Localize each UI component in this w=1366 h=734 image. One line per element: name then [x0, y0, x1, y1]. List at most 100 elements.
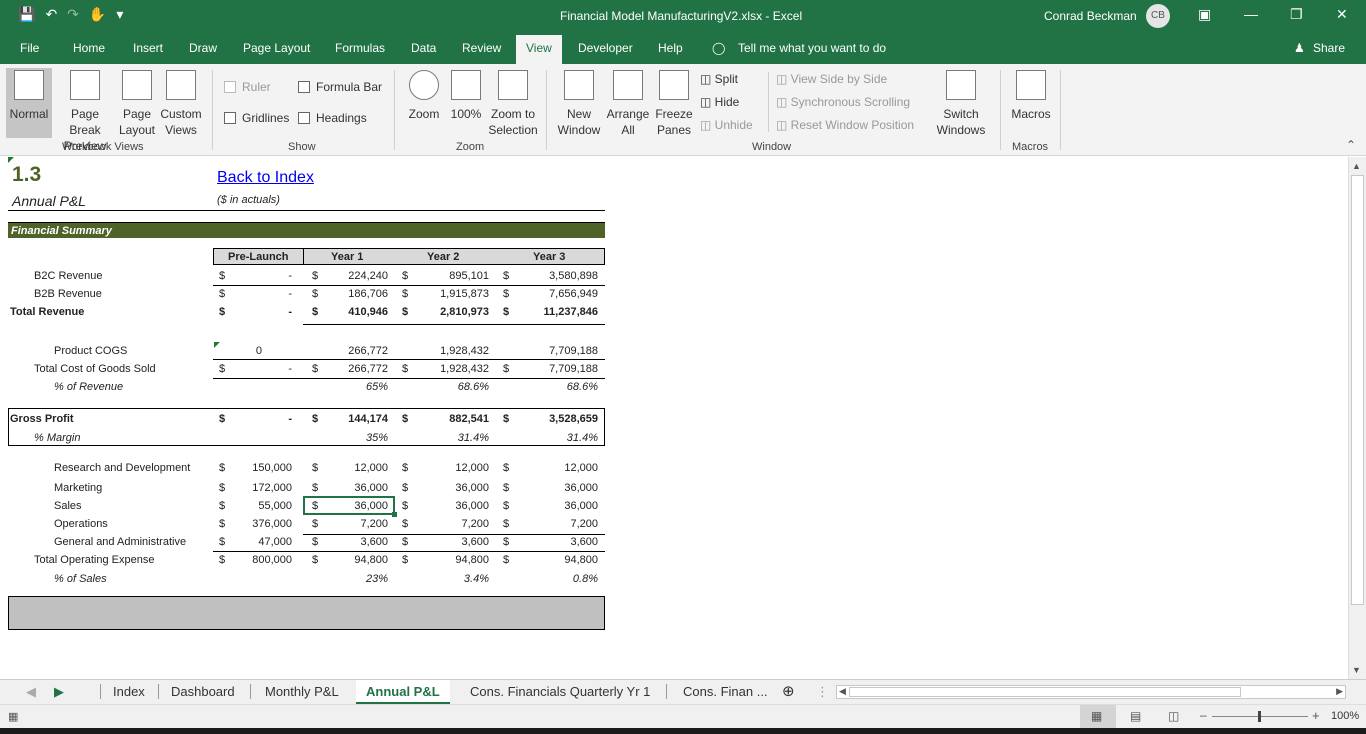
cell-b2b-2[interactable]: 1,915,873 — [409, 287, 489, 301]
gridlines-checkbox[interactable]: Gridlines — [224, 111, 289, 125]
cell-total_rev-0[interactable]: - — [212, 305, 292, 319]
zoom-slider-thumb[interactable] — [1258, 711, 1261, 722]
avatar[interactable]: CB — [1146, 4, 1170, 28]
ruler-checkbox[interactable]: Ruler — [224, 80, 271, 94]
macro-record-icon[interactable]: ▦ — [8, 710, 18, 723]
scroll-up-icon[interactable]: ▲ — [1352, 161, 1361, 171]
cell-tcogs-1[interactable]: 266,772 — [308, 362, 388, 376]
redo-icon[interactable]: ↷ — [67, 6, 79, 23]
sheet-tab-monthly-pl[interactable]: Monthly P&L — [250, 684, 339, 699]
cell-pct_rev-3[interactable]: 68.6% — [518, 380, 598, 394]
cell-ops-1[interactable]: 7,200 — [308, 517, 388, 531]
tab-file[interactable]: File — [20, 41, 39, 55]
share-icon[interactable]: ♟ — [1294, 41, 1305, 55]
synchronous-scrolling-button[interactable]: ◫ Synchronous Scrolling — [776, 95, 910, 109]
reset-window-position-button[interactable]: ◫ Reset Window Position — [776, 118, 914, 132]
new-window-button[interactable]: New Window — [554, 70, 604, 138]
custom-views-button[interactable]: Custom Views — [158, 70, 204, 138]
cell-b2b-1[interactable]: 186,706 — [308, 287, 388, 301]
cell-tcogs-0[interactable]: - — [212, 362, 292, 376]
tab-review[interactable]: Review — [462, 41, 501, 55]
sheet-tab-dashboard[interactable]: Dashboard — [158, 684, 235, 699]
cell-rd-3[interactable]: 12,000 — [518, 461, 598, 475]
cell-pct_sales-1[interactable]: 23% — [308, 572, 388, 586]
user-name[interactable]: Conrad Beckman — [1044, 9, 1137, 23]
zoom-level[interactable]: 100% — [1331, 710, 1359, 722]
fill-handle[interactable] — [392, 512, 397, 517]
cell-ops-3[interactable]: 7,200 — [518, 517, 598, 531]
cell-cogs-2[interactable]: 1,928,432 — [409, 344, 489, 358]
switch-windows-button[interactable]: Switch Windows — [930, 70, 992, 138]
formula-bar-checkbox[interactable]: Formula Bar — [298, 80, 382, 94]
zoom-100-button[interactable]: 100% — [448, 70, 484, 122]
tab-help[interactable]: Help — [658, 41, 683, 55]
restore-icon[interactable]: ❐ — [1290, 6, 1303, 23]
cell-b2c-0[interactable]: - — [212, 269, 292, 283]
freeze-panes-button[interactable]: Freeze Panes — [652, 70, 696, 138]
cell-b2c-2[interactable]: 895,101 — [409, 269, 489, 283]
cell-total_rev-3[interactable]: 11,237,846 — [518, 305, 598, 319]
customize-qat-icon[interactable]: ▾ — [116, 6, 123, 23]
worksheet-grid[interactable]: 1.3 Annual P&L Back to Index ($ in actua… — [0, 157, 1348, 677]
cell-ops-0[interactable]: 376,000 — [212, 517, 292, 531]
tab-formulas[interactable]: Formulas — [335, 41, 385, 55]
cell-rd-2[interactable]: 12,000 — [409, 461, 489, 475]
selected-cell[interactable] — [303, 496, 395, 515]
ribbon-display-icon[interactable]: ▣ — [1198, 6, 1211, 23]
cell-ga-2[interactable]: 3,600 — [409, 535, 489, 549]
cell-total_rev-1[interactable]: 410,946 — [308, 305, 388, 319]
split-button[interactable]: ◫ Split — [700, 72, 738, 86]
cell-b2c-3[interactable]: 3,580,898 — [518, 269, 598, 283]
cell-pct_sales-2[interactable]: 3.4% — [409, 572, 489, 586]
cell-b2b-3[interactable]: 7,656,949 — [518, 287, 598, 301]
horizontal-scrollbar[interactable]: ◀ ▶ — [836, 685, 1346, 699]
page-break-view-icon[interactable]: ◫ — [1168, 709, 1179, 723]
next-sheet-icon[interactable]: ▶ — [54, 684, 64, 700]
normal-view-button[interactable]: Normal — [6, 68, 52, 138]
scroll-right-icon[interactable]: ▶ — [1336, 686, 1343, 697]
hide-button[interactable]: ◫ Hide — [700, 95, 739, 109]
save-icon[interactable]: 💾 — [18, 6, 35, 23]
sheet-tab-cons-quarterly[interactable]: Cons. Financials Quarterly Yr 1 — [456, 684, 650, 699]
scroll-left-icon[interactable]: ◀ — [839, 686, 846, 697]
tab-home[interactable]: Home — [73, 41, 105, 55]
cell-cogs-0[interactable]: 0 — [182, 344, 262, 358]
cell-topex-0[interactable]: 800,000 — [212, 553, 292, 567]
cell-sales-0[interactable]: 55,000 — [212, 499, 292, 513]
cell-rd-1[interactable]: 12,000 — [308, 461, 388, 475]
cell-mkt-1[interactable]: 36,000 — [308, 481, 388, 495]
cell-ga-0[interactable]: 47,000 — [212, 535, 292, 549]
add-sheet-icon[interactable]: ⊕ — [782, 682, 795, 700]
collapse-ribbon-icon[interactable]: ⌃ — [1346, 138, 1356, 152]
page-layout-view-icon[interactable]: ▤ — [1130, 709, 1141, 723]
cell-topex-1[interactable]: 94,800 — [308, 553, 388, 567]
cell-total_rev-2[interactable]: 2,810,973 — [409, 305, 489, 319]
sheet-tab-cons-finan[interactable]: Cons. Finan ... — [666, 684, 768, 699]
cell-pct_sales-3[interactable]: 0.8% — [518, 572, 598, 586]
cell-mkt-2[interactable]: 36,000 — [409, 481, 489, 495]
vertical-scrollbar[interactable]: ▲ ▼ — [1348, 157, 1366, 679]
cell-tcogs-2[interactable]: 1,928,432 — [409, 362, 489, 376]
sheet-tab-index[interactable]: Index — [100, 684, 145, 699]
cell-sales-3[interactable]: 36,000 — [518, 499, 598, 513]
cell-mkt-3[interactable]: 36,000 — [518, 481, 598, 495]
tab-page-layout[interactable]: Page Layout — [243, 41, 310, 55]
cell-topex-2[interactable]: 94,800 — [409, 553, 489, 567]
headings-checkbox[interactable]: Headings — [298, 111, 367, 125]
zoom-to-selection-button[interactable]: Zoom to Selection — [486, 70, 540, 138]
prev-sheet-icon[interactable]: ◀ — [26, 684, 36, 700]
sheet-tab-annual-pl[interactable]: Annual P&L — [356, 680, 450, 704]
minimize-icon[interactable]: — — [1244, 6, 1258, 22]
scrollbar-thumb[interactable] — [1351, 175, 1364, 605]
tab-developer[interactable]: Developer — [578, 41, 633, 55]
cell-ops-2[interactable]: 7,200 — [409, 517, 489, 531]
cell-ga-1[interactable]: 3,600 — [308, 535, 388, 549]
split-handle-icon[interactable]: ⋮ — [816, 684, 829, 700]
cell-topex-3[interactable]: 94,800 — [518, 553, 598, 567]
tab-view[interactable]: View — [516, 35, 562, 64]
error-indicator-icon[interactable] — [214, 342, 220, 348]
tab-draw[interactable]: Draw — [189, 41, 217, 55]
cell-b2c-1[interactable]: 224,240 — [308, 269, 388, 283]
cell-mkt-0[interactable]: 172,000 — [212, 481, 292, 495]
scrollbar-thumb[interactable] — [849, 687, 1241, 697]
